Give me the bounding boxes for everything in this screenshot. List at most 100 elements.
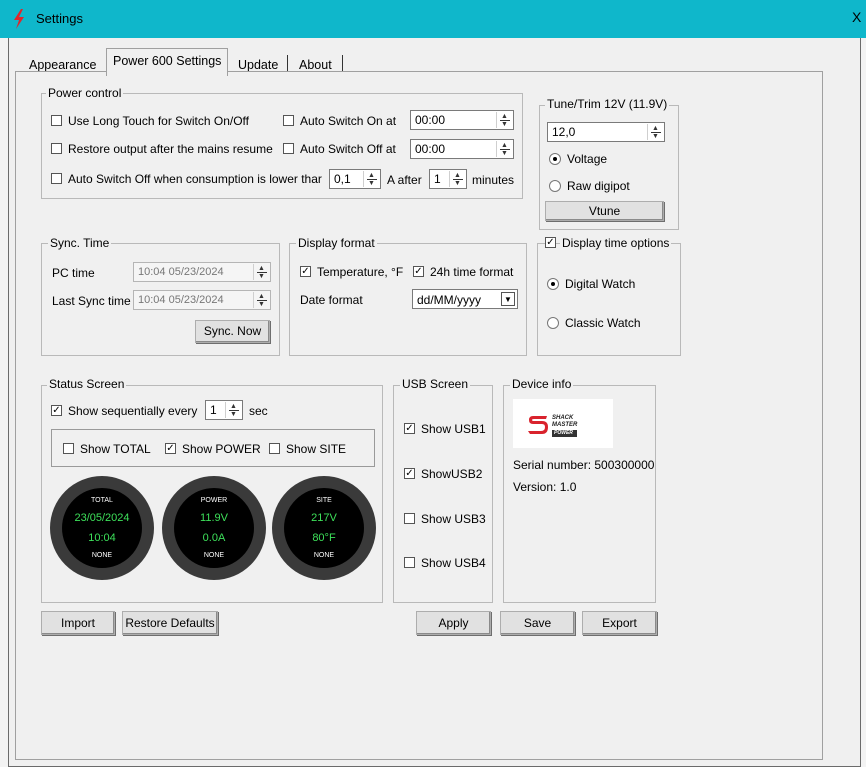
logo-text-power: POWER [552, 430, 578, 437]
show-total-checkbox[interactable] [63, 443, 74, 454]
auto-on-time-value: 00:00 [415, 113, 446, 127]
watch-line1: 11.9V [200, 512, 228, 524]
seq-interval-input[interactable]: 1 ▲ ▼ [205, 400, 243, 420]
apply-button[interactable]: Apply [416, 611, 491, 635]
current-threshold-input[interactable]: 0,1 ▲ ▼ [329, 169, 381, 189]
restore-output-checkbox[interactable] [51, 143, 62, 154]
auto-off-label: Auto Switch Off at [300, 142, 396, 156]
auto-off-checkbox[interactable] [283, 143, 294, 154]
serial-number-label: Serial number: 500300000 [513, 458, 655, 472]
watch-line2: 10:04 [88, 532, 116, 544]
spin-arrows-icon[interactable]: ▲ ▼ [496, 112, 512, 128]
tab-power-600-settings[interactable]: Power 600 Settings [106, 48, 229, 76]
total-watch-preview: TOTAL 23/05/2024 10:04 NONE [50, 476, 154, 580]
auto-on-checkbox[interactable] [283, 115, 294, 126]
pc-time-label: PC time [52, 266, 95, 280]
auto-off-consumption-label: Auto Switch Off when consumption is lowe… [68, 172, 322, 186]
digital-watch-radio[interactable] [547, 278, 559, 290]
digital-watch-label: Digital Watch [565, 277, 636, 291]
spin-arrows-icon[interactable]: ▲ ▼ [363, 171, 379, 187]
tune-trim-input[interactable]: 12,0 ▲ ▼ [547, 122, 665, 142]
logo-text-shack: SHACK [552, 415, 574, 421]
tune-trim-title: Tune/Trim 12V (11.9V) [545, 97, 670, 111]
power-watch-preview: POWER 11.9V 0.0A NONE [162, 476, 266, 580]
sec-label: sec [249, 404, 268, 418]
vtune-button[interactable]: Vtune [545, 201, 664, 221]
classic-watch-label: Classic Watch [565, 316, 641, 330]
show-usb3-checkbox[interactable] [404, 513, 415, 524]
watch-top-label: TOTAL [91, 497, 113, 504]
show-site-checkbox[interactable] [269, 443, 280, 454]
classic-watch-radio[interactable] [547, 317, 559, 329]
device-info-title: Device info [510, 377, 574, 391]
watch-top-label: POWER [200, 497, 228, 504]
date-format-value: dd/MM/yyyy [417, 293, 482, 307]
watch-line1: 23/05/2024 [74, 512, 130, 524]
current-threshold-value: 0,1 [334, 172, 351, 186]
show-usb4-checkbox[interactable] [404, 557, 415, 568]
display-time-options-checkbox[interactable]: ✓ [545, 237, 556, 248]
watch-bottom-label: NONE [203, 552, 225, 559]
spin-arrows-icon[interactable]: ▲ ▼ [253, 292, 269, 308]
spin-arrows-icon[interactable]: ▲ ▼ [647, 124, 663, 140]
auto-off-consumption-checkbox[interactable] [51, 173, 62, 184]
usb-screen-title: USB Screen [400, 377, 471, 391]
title-bar [0, 0, 866, 38]
shack-master-logo: SHACK MASTER POWER [513, 399, 613, 448]
show-usb1-label: Show USB1 [421, 422, 486, 436]
show-usb1-checkbox[interactable]: ✓ [404, 423, 415, 434]
display-format-title: Display format [296, 236, 377, 250]
a-after-label: A after [387, 173, 422, 187]
auto-off-time-value: 00:00 [415, 142, 446, 156]
usb-screen-group [393, 385, 493, 603]
display-time-options-group [537, 243, 681, 356]
show-usb3-label: Show USB3 [421, 512, 486, 526]
restore-output-label: Restore output after the mains resume [68, 142, 273, 156]
voltage-radio[interactable] [549, 153, 561, 165]
sync-time-title: Sync. Time [48, 236, 112, 250]
spin-arrows-icon[interactable]: ▲ ▼ [496, 141, 512, 157]
raw-digipot-label: Raw digipot [567, 179, 630, 193]
seq-interval-value: 1 [210, 403, 217, 417]
long-touch-checkbox[interactable] [51, 115, 62, 126]
watch-bottom-label: NONE [313, 552, 335, 559]
minutes-input[interactable]: 1 ▲ ▼ [429, 169, 467, 189]
pc-time-input[interactable]: 10:04 05/23/2024 ▲ ▼ [133, 262, 271, 282]
voltage-label: Voltage [567, 152, 608, 166]
restore-defaults-button[interactable]: Restore Defaults [122, 611, 218, 635]
import-button[interactable]: Import [41, 611, 115, 635]
save-button[interactable]: Save [500, 611, 575, 635]
24h-format-label: 24h time format [430, 265, 514, 279]
export-button[interactable]: Export [582, 611, 657, 635]
date-format-select[interactable]: dd/MM/yyyy ▼ [412, 289, 518, 309]
app-lightning-icon [14, 9, 24, 29]
watch-line2: 80°F [312, 532, 336, 544]
show-total-label: Show TOTAL [80, 442, 151, 456]
pc-time-value: 10:04 05/23/2024 [138, 266, 224, 278]
last-sync-label: Last Sync time [52, 294, 131, 308]
display-time-options-title: Display time options [560, 236, 672, 250]
sync-now-button[interactable]: Sync. Now [195, 320, 270, 343]
minutes-value: 1 [434, 172, 441, 186]
spin-arrows-icon[interactable]: ▲ ▼ [225, 402, 241, 418]
temperature-checkbox[interactable]: ✓ [300, 266, 311, 277]
watch-line2: 0.0A [202, 532, 226, 544]
show-usb2-checkbox[interactable]: ✓ [404, 468, 415, 479]
raw-digipot-radio[interactable] [549, 180, 561, 192]
last-sync-value: 10:04 05/23/2024 [138, 294, 224, 306]
show-power-label: Show POWER [182, 442, 261, 456]
spin-arrows-icon[interactable]: ▲ ▼ [253, 264, 269, 280]
temperature-label: Temperature, °F [317, 265, 404, 279]
minutes-label: minutes [472, 173, 515, 187]
auto-off-time-input[interactable]: 00:00 ▲ ▼ [410, 139, 514, 159]
auto-on-label: Auto Switch On at [300, 114, 397, 128]
auto-on-time-input[interactable]: 00:00 ▲ ▼ [410, 110, 514, 130]
chevron-down-icon[interactable]: ▼ [501, 292, 515, 306]
window-title: Settings [36, 11, 83, 26]
last-sync-input[interactable]: 10:04 05/23/2024 ▲ ▼ [133, 290, 271, 310]
spin-arrows-icon[interactable]: ▲ ▼ [449, 171, 465, 187]
show-power-checkbox[interactable]: ✓ [165, 443, 176, 454]
24h-format-checkbox[interactable]: ✓ [413, 266, 424, 277]
close-icon[interactable]: X [852, 9, 866, 25]
show-sequentially-checkbox[interactable]: ✓ [51, 405, 62, 416]
